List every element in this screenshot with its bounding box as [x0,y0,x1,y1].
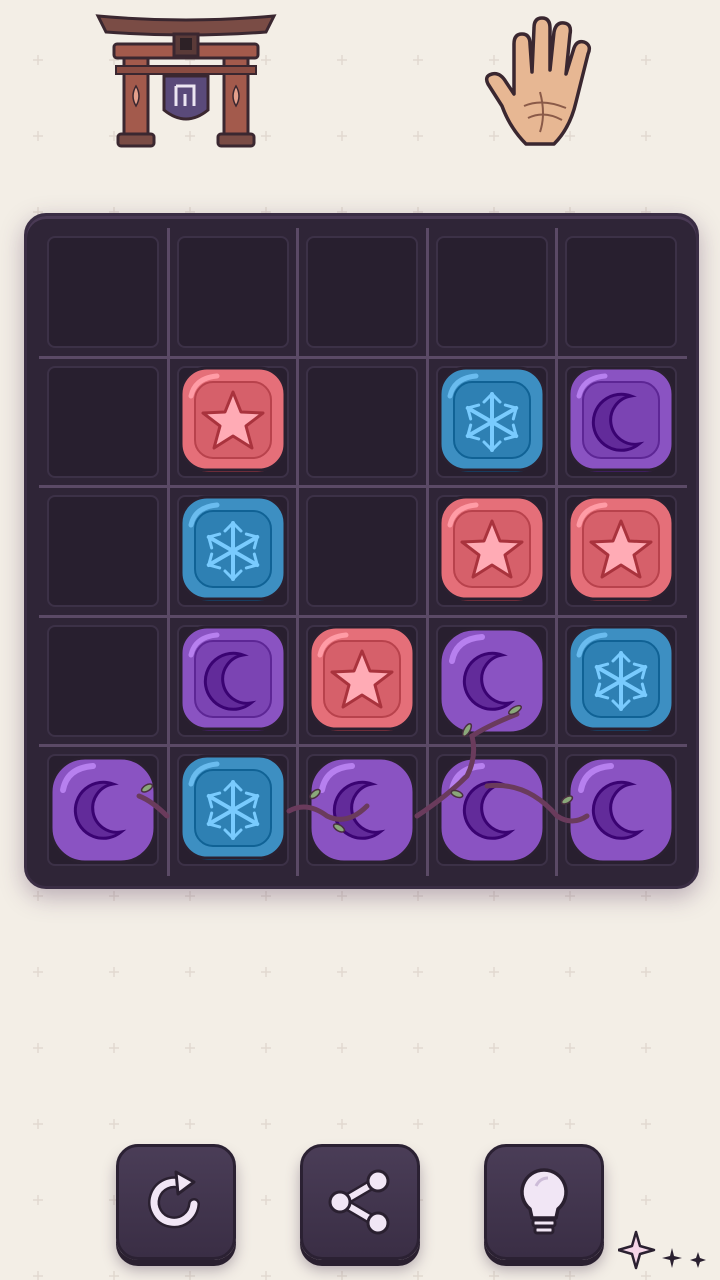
snowflake-tile[interactable] [177,495,289,607]
share-button[interactable] [300,1144,420,1260]
moon-tile[interactable] [177,625,289,737]
star-tile[interactable] [177,366,289,478]
sparkle-icon [618,1230,706,1270]
star-tile[interactable] [565,495,677,607]
game-board [24,213,699,889]
palm-hand-icon[interactable] [480,10,610,150]
board-cell[interactable] [47,495,159,607]
board-cell[interactable] [435,236,548,348]
star-tile[interactable] [306,625,418,737]
board-cell[interactable] [306,365,418,478]
snowflake-tile[interactable] [436,366,548,478]
moon-tile[interactable] [436,625,548,737]
torii-gate-shield-icon[interactable] [94,6,278,150]
grid-line [166,228,170,876]
restart-button[interactable] [116,1144,236,1260]
grid-line [555,228,558,876]
restart-arrow-icon [148,1170,200,1229]
board-cell[interactable] [47,624,159,737]
board-cell[interactable] [47,365,159,478]
grid-line [39,744,687,747]
board-cell[interactable] [306,495,418,607]
board-cell[interactable] [176,236,289,348]
share-icon [328,1169,390,1235]
board-cell[interactable] [565,236,677,348]
moon-tile[interactable] [47,754,159,866]
top-bar [0,0,720,170]
board-cell[interactable] [306,236,418,348]
grid-line [39,614,687,618]
hint-button[interactable] [484,1144,604,1260]
star-tile[interactable] [436,495,548,607]
grid-line [425,228,429,876]
control-bar [0,1140,720,1270]
moon-tile[interactable] [565,754,677,866]
snowflake-tile[interactable] [177,754,289,866]
grid-line [39,485,687,488]
lightbulb-icon [520,1168,568,1235]
moon-tile[interactable] [436,754,548,866]
grid-line [296,228,299,876]
board-cell[interactable] [47,236,159,348]
snowflake-tile[interactable] [565,625,677,737]
moon-tile[interactable] [565,366,677,478]
grid-line [39,355,687,359]
moon-tile[interactable] [306,754,418,866]
